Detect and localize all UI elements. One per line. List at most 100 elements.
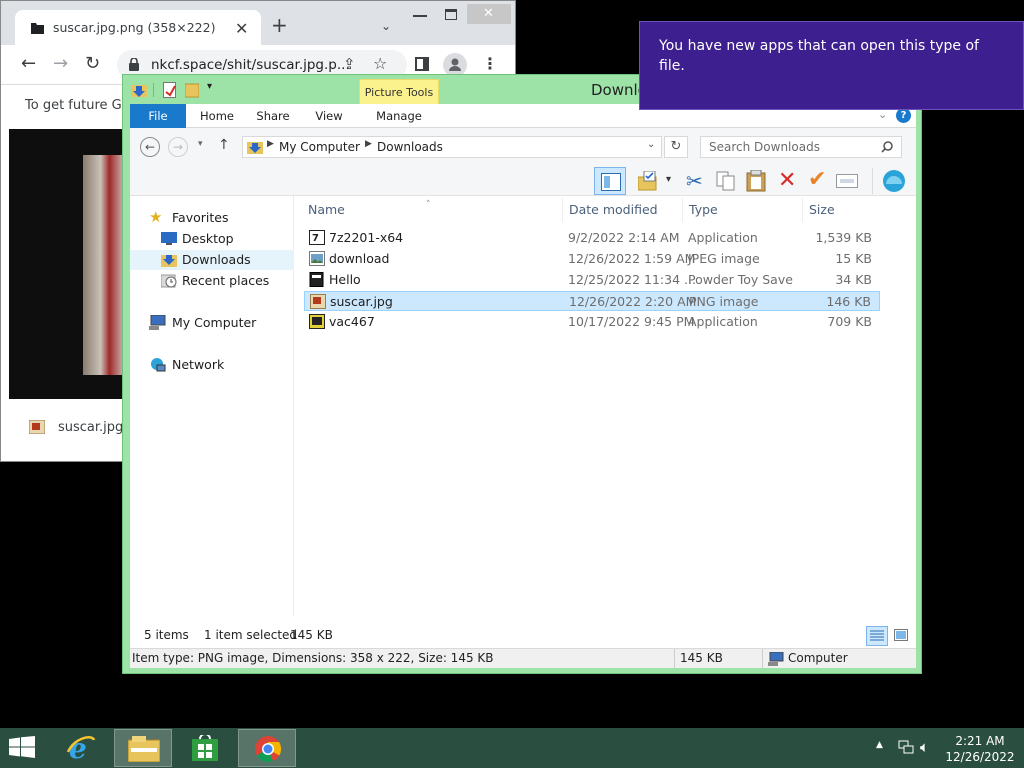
options-dropdown-icon[interactable]: ▾: [666, 174, 671, 185]
nav-recent-places[interactable]: Recent places: [130, 271, 294, 291]
new-tab-icon[interactable]: +: [271, 15, 288, 35]
delete-icon[interactable]: ✕: [778, 168, 796, 193]
properties-check-icon[interactable]: ✔: [808, 167, 826, 192]
column-date[interactable]: Date modified: [569, 202, 658, 217]
reload-icon[interactable]: ↻: [85, 53, 100, 74]
column-type[interactable]: Type: [689, 202, 718, 217]
close-window-button[interactable]: ✕: [467, 4, 511, 24]
store-icon: [192, 735, 218, 761]
large-icons-view-button[interactable]: [890, 626, 912, 646]
taskbar: e ▲ 🔈︎ 2:21 AM 12/26/2022: [0, 728, 1024, 768]
close-tab-icon[interactable]: ✕: [235, 19, 248, 38]
computer-icon: [149, 315, 166, 330]
car-photo: [83, 155, 127, 375]
selection-size: 145 KB: [290, 628, 333, 642]
column-name[interactable]: Name: [308, 202, 345, 217]
qat-dropdown-icon[interactable]: ▾: [207, 81, 212, 92]
png-image-icon: [29, 420, 45, 434]
address-bar[interactable]: ▶ My Computer ▶ Downloads ⌄: [242, 136, 662, 158]
paste-icon[interactable]: [746, 170, 766, 192]
details-location: Computer: [788, 651, 848, 665]
column-size[interactable]: Size: [809, 202, 835, 217]
back-button[interactable]: ←: [140, 137, 160, 157]
taskbar-store[interactable]: [176, 729, 234, 767]
side-panel-icon[interactable]: [415, 57, 429, 71]
status-bar: 5 items 1 item selected 145 KB: [130, 624, 916, 648]
volume-icon[interactable]: 🔈︎: [920, 738, 929, 756]
file-row[interactable]: download 12/26/2022 1:59 AM JPEG image 1…: [304, 249, 880, 269]
recent-locations-icon[interactable]: ▾: [198, 139, 203, 149]
taskbar-file-explorer[interactable]: [114, 729, 172, 767]
nav-favorites[interactable]: ★ Favorites: [130, 208, 294, 228]
back-icon[interactable]: ←: [21, 53, 36, 74]
maximize-icon[interactable]: [445, 9, 457, 20]
nav-network[interactable]: Network: [130, 355, 294, 375]
svg-text:7: 7: [312, 233, 319, 244]
notification-message: You have new apps that can open this typ…: [659, 38, 979, 74]
chrome-infobar-text: To get future Goo: [25, 98, 138, 113]
taskbar-chrome[interactable]: [238, 729, 296, 767]
preview-pane-button[interactable]: [594, 167, 626, 195]
search-box[interactable]: Search Downloads: [700, 136, 902, 158]
file-row[interactable]: Hello 12/25/2022 11:34 ... Powder Toy Sa…: [304, 270, 880, 290]
file-row-selected[interactable]: suscar.jpg 12/26/2022 2:20 AM PNG image …: [304, 291, 880, 311]
nav-my-computer[interactable]: My Computer: [130, 313, 294, 333]
nav-downloads[interactable]: Downloads: [130, 250, 294, 270]
help-icon[interactable]: ?: [896, 108, 911, 123]
navigation-bar: ← → ▾ ↑ ▶ My Computer ▶ Downloads ⌄ ↻ Se…: [130, 128, 916, 166]
url-text: nkcf.space/shit/suscar.jpg.p...: [151, 57, 350, 73]
chrome-tab[interactable]: suscar.jpg.png (358×222) ✕: [15, 10, 261, 45]
copy-icon[interactable]: [716, 171, 736, 191]
check-folder-icon[interactable]: [638, 171, 658, 191]
rename-icon[interactable]: [836, 174, 858, 188]
file-row[interactable]: vac467 10/17/2022 9:45 PM Application 70…: [304, 312, 880, 332]
chrome-tab-title: suscar.jpg.png (358×222): [53, 20, 216, 35]
details-view-icon: [870, 630, 884, 641]
tab-share[interactable]: Share: [248, 104, 298, 128]
tab-view[interactable]: View: [304, 104, 354, 128]
minimize-icon[interactable]: [413, 15, 427, 17]
network-status-icon[interactable]: [898, 740, 914, 756]
file-row[interactable]: 7 7z2201-x64 9/2/2022 2:14 AM Applicatio…: [304, 228, 880, 248]
image-icon: [309, 251, 325, 266]
shell-icon[interactable]: [882, 169, 906, 193]
breadcrumb-downloads[interactable]: Downloads: [377, 140, 443, 154]
search-placeholder: Search Downloads: [709, 140, 820, 154]
internet-explorer-icon: e: [66, 734, 96, 762]
bookmark-star-icon[interactable]: ☆: [373, 54, 387, 73]
notification-toast[interactable]: You have new apps that can open this typ…: [639, 21, 1024, 110]
windows-logo-icon: [9, 736, 35, 758]
up-icon[interactable]: ↑: [218, 137, 230, 153]
taskbar-clock[interactable]: 2:21 AM 12/26/2022: [940, 733, 1020, 765]
cut-icon[interactable]: ✂: [686, 169, 703, 193]
lock-icon: [129, 58, 139, 71]
show-hidden-icons[interactable]: ▲: [876, 740, 883, 750]
tab-search-icon[interactable]: ⌄: [381, 19, 391, 33]
new-folder-icon[interactable]: [185, 82, 199, 98]
recent-places-icon: [161, 274, 177, 288]
share-icon[interactable]: ⇪: [343, 55, 356, 73]
tab-manage[interactable]: Manage: [360, 104, 438, 128]
details-view-button[interactable]: [866, 626, 888, 646]
navigation-pane: ★ Favorites Desktop Downloads Recent pla…: [130, 196, 294, 616]
png-image-icon: [310, 294, 326, 309]
network-icon: [151, 358, 166, 372]
menu-dots-icon[interactable]: ⋮: [482, 54, 498, 73]
start-button[interactable]: [8, 736, 38, 760]
preview-pane-icon: [601, 173, 621, 191]
breadcrumb-arrow-icon: ▶: [267, 139, 274, 149]
forward-icon[interactable]: →: [53, 53, 68, 74]
folder-down-icon[interactable]: [131, 82, 147, 98]
tab-home[interactable]: Home: [192, 104, 242, 128]
sort-arrow-icon: ˄: [426, 200, 431, 210]
address-dropdown-icon[interactable]: ⌄: [647, 139, 655, 150]
properties-icon[interactable]: [163, 82, 177, 98]
nav-desktop[interactable]: Desktop: [130, 229, 294, 249]
clock-time: 2:21 AM: [955, 734, 1005, 748]
refresh-icon[interactable]: ↻: [664, 136, 688, 158]
command-bar: ▾ ✂ ✕ ✔: [130, 166, 916, 196]
breadcrumb-my-computer[interactable]: My Computer: [279, 140, 360, 154]
taskbar-ie[interactable]: e: [52, 729, 110, 767]
tab-file[interactable]: File: [130, 104, 186, 128]
forward-button[interactable]: →: [168, 137, 188, 157]
